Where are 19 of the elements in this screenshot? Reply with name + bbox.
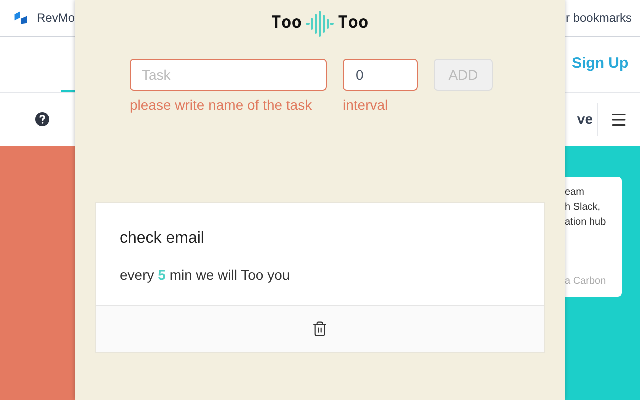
ad-text: ation hub bbox=[565, 216, 608, 230]
sound-wave-icon bbox=[305, 11, 335, 37]
help-icon[interactable] bbox=[35, 112, 50, 127]
bookmark-label[interactable]: r bookmarks bbox=[566, 9, 632, 27]
logo-text: Too bbox=[271, 12, 302, 36]
task-field[interactable]: Task bbox=[130, 59, 327, 91]
bookmark-label[interactable]: RevMo bbox=[36, 9, 75, 27]
task-title: check email bbox=[120, 229, 206, 249]
task-description: every 5 min we will Too you bbox=[120, 266, 292, 285]
logo-text: Too bbox=[338, 12, 369, 36]
site-logo-icon bbox=[13, 10, 29, 26]
interval-label: interval bbox=[343, 96, 390, 115]
error-message: please write name of the task bbox=[130, 96, 314, 115]
ad-footer: a Carbon bbox=[565, 274, 622, 289]
ad-text: eam bbox=[565, 186, 586, 200]
trash-icon bbox=[312, 321, 328, 337]
interval-field[interactable]: 0 bbox=[343, 59, 418, 91]
ad-text: h Slack, bbox=[565, 201, 602, 215]
toolbar-item[interactable]: ve bbox=[565, 109, 595, 130]
